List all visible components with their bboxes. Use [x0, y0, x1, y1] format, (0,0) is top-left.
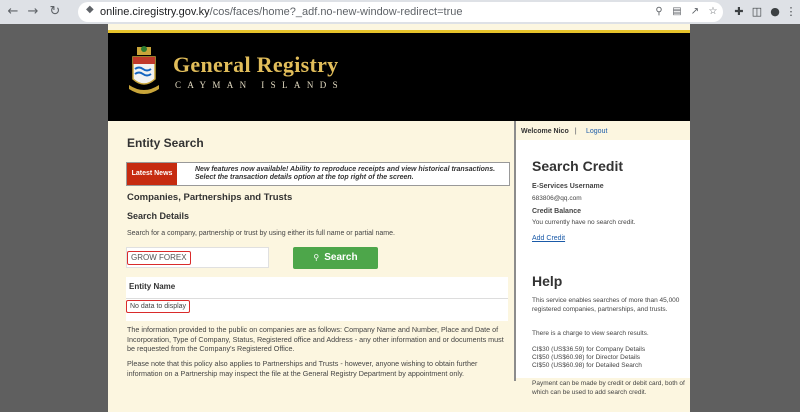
- url-text[interactable]: online.ciregistry.gov.ky/cos/faces/home?…: [100, 6, 462, 18]
- add-credit-link[interactable]: Add Credit: [532, 235, 565, 242]
- news-box: Latest News New features now available! …: [126, 162, 510, 186]
- site-container: General Registry CAYMAN ISLANDS Entity S…: [108, 24, 690, 412]
- sidebar: Welcome Nico | Logout Search Credit E-Se…: [516, 121, 690, 412]
- logout-link[interactable]: Logout: [586, 128, 607, 135]
- fee-detailed-search: CI$50 (US$60.98) for Detailed Search: [532, 362, 642, 369]
- news-text: New features now available! Ability to r…: [195, 166, 505, 182]
- search-help-text: Search for a company, partnership or tru…: [127, 230, 395, 237]
- welcome-text: Welcome Nico |: [521, 128, 577, 135]
- help-paragraph-2: There is a charge to view search results…: [532, 330, 649, 337]
- credit-balance-label: Credit Balance: [532, 208, 582, 215]
- search-input[interactable]: GROW FOREX: [126, 247, 269, 268]
- coat-of-arms-logo: [129, 46, 159, 94]
- info-paragraph-2: Please note that this policy also applie…: [127, 359, 478, 378]
- browser-toolbar: ← → ↻ ◆ online.ciregistry.gov.ky/cos/fac…: [0, 0, 800, 24]
- search-input-value[interactable]: GROW FOREX: [127, 251, 191, 265]
- section-title: Companies, Partnerships and Trusts: [127, 192, 293, 203]
- key-icon[interactable]: ⚲: [651, 4, 667, 20]
- brand-title: General Registry: [173, 52, 339, 77]
- eservices-username-label: E-Services Username: [532, 183, 604, 190]
- extensions-icon[interactable]: ✚: [730, 3, 748, 21]
- main-content: Entity Search Latest News New features n…: [108, 121, 514, 412]
- news-badge: Latest News: [127, 163, 177, 185]
- header-banner: General Registry CAYMAN ISLANDS: [108, 30, 690, 121]
- address-bar[interactable]: ◆ online.ciregistry.gov.ky/cos/faces/hom…: [78, 2, 723, 22]
- back-icon[interactable]: ←: [4, 3, 22, 21]
- sidepanel-icon[interactable]: ◫: [748, 3, 766, 21]
- sidebar-panel: Search Credit E-Services Username 683806…: [516, 140, 690, 396]
- search-button-label: Search: [324, 252, 358, 263]
- search-button[interactable]: ⚲ Search: [293, 247, 378, 269]
- search-details-title: Search Details: [127, 211, 190, 221]
- no-data-message: No data to display: [126, 300, 191, 313]
- help-paragraph-1: This service enables searches of more th…: [532, 297, 680, 313]
- page-title: Entity Search: [127, 136, 204, 150]
- news-line-1: New features now available! Ability to r…: [195, 166, 496, 173]
- menu-icon[interactable]: ⋮: [782, 3, 800, 21]
- star-icon[interactable]: ☆: [705, 4, 721, 20]
- results-table: Entity Name No data to display: [126, 277, 508, 321]
- help-paragraph-3: Payment can be made by credit or debit c…: [532, 380, 685, 396]
- credit-balance-text: You currently have no search credit.: [532, 219, 636, 226]
- translate-icon[interactable]: ▤: [669, 4, 685, 20]
- search-credit-title: Search Credit: [532, 158, 624, 174]
- news-line-2: Select the transaction details option at…: [195, 174, 414, 181]
- help-title: Help: [532, 273, 563, 289]
- lock-icon[interactable]: ◆: [86, 4, 94, 15]
- username-value: 683806@qq.com: [532, 195, 582, 202]
- forward-icon[interactable]: →: [24, 3, 42, 21]
- info-paragraph-1: The information provided to the public o…: [127, 325, 504, 354]
- table-divider: [126, 298, 508, 299]
- search-icon: ⚲: [313, 253, 320, 262]
- brand-subtitle: CAYMAN ISLANDS: [175, 80, 345, 90]
- share-icon[interactable]: ↗: [687, 4, 703, 20]
- column-header-entity-name[interactable]: Entity Name: [129, 282, 175, 291]
- reload-icon[interactable]: ↻: [46, 3, 64, 21]
